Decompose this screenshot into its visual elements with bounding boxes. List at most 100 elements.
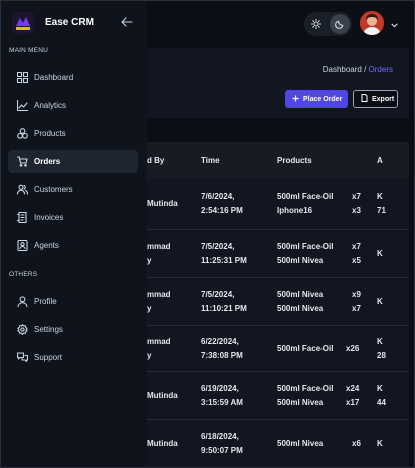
orders-table: d By Time Products A Mutinda 7/6/2024, 2:5… [137,142,409,468]
export-label: Export [372,95,395,103]
sidebar-item-orders[interactable]: Orders [8,150,138,173]
cell-date: 6/18/2024, [201,432,239,441]
cell-amount: K [377,337,383,346]
others-label: OTHERS [9,271,38,278]
analytics-icon [17,100,28,111]
cell-product: Iphone16 [277,206,313,215]
sidebar-item-label: Support [34,353,63,362]
cell-qty: x3 [352,206,361,215]
sidebar-item-settings[interactable]: Settings [8,318,138,341]
column-placed-by[interactable]: d By [147,156,164,165]
sidebar-item-label: Agents [34,241,59,250]
cell-product: 500ml Face-Oil [277,242,334,251]
dashboard-icon [17,72,28,83]
sidebar-item-label: Orders [34,157,61,166]
cell-placed-by: mmad [147,290,171,299]
cell-time: 7:38:08 PM [201,351,243,360]
cell-date: 7/6/2024, [201,192,235,201]
breadcrumb-current: Orders [368,65,393,74]
settings-icon [17,324,28,335]
column-products[interactable]: Products [277,156,312,165]
avatar[interactable] [360,11,384,35]
products-icon [17,128,28,139]
sidebar-item-profile[interactable]: Profile [8,290,138,313]
cell-placed-by: Mutinda [147,439,178,448]
invoices-icon [17,212,27,223]
cell-date: 7/5/2024, [201,290,235,299]
table-header: d By Time Products A [137,142,409,178]
cell-date: 6/19/2024, [201,384,239,393]
cell-placed-by: y [147,256,152,265]
sidebar-item-label: Dashboard [34,73,74,82]
cell-qty: x24 [346,384,360,393]
sidebar-item-label: Invoices [34,213,64,222]
table-row[interactable]: Mutinda 7/6/2024, 2:54:16 PM 500ml Face-Oil… [137,178,409,230]
brand-logo [12,12,34,34]
sidebar-item-dashboard[interactable]: Dashboard [8,66,138,89]
customers-icon [17,184,28,195]
cell-product: 500ml Nivea [277,439,324,448]
cell-qty: x5 [352,256,361,265]
cell-qty: x7 [352,304,361,313]
cell-time: 3:15:59 AM [201,398,243,407]
cell-product: 500ml Nivea [277,290,324,299]
cell-placed-by: mmad [147,337,171,346]
cell-time: 11:10:21 PM [201,304,247,313]
cell-product: 500ml Nivea [277,256,324,265]
cell-time: 11:25:31 PM [201,256,247,265]
table-row[interactable]: mmad y 7/5/2024, 11:10:21 PM 500ml Nivea 500m… [137,278,409,326]
cell-date: 6/22/2024, [201,337,239,346]
cell-product: 500ml Nivea [277,304,324,313]
sidebar: Ease CRM MAIN MENU Dashboard Analytics P… [0,0,147,468]
cell-date: 7/5/2024, [201,242,235,251]
sidebar-item-invoices[interactable]: Invoices [8,206,138,229]
chevron-down-icon[interactable] [390,17,399,35]
cell-qty: x9 [352,290,361,299]
place-order-label: Place Order [303,95,343,103]
cell-placed-by: Mutinda [147,199,178,208]
cell-amount: 28 [377,351,386,360]
sun-icon[interactable] [306,14,326,34]
sidebar-item-label: Settings [34,325,63,334]
export-button[interactable]: Export [353,90,398,108]
theme-toggle[interactable] [304,12,352,36]
sidebar-item-products[interactable]: Products [8,122,138,145]
table-row[interactable]: Mutinda 6/19/2024, 3:15:59 AM 500ml Face-Oi… [137,372,409,420]
sidebar-item-support[interactable]: Support [8,346,138,369]
cell-product: 500ml Face-Oil [277,344,334,353]
table-row[interactable]: mmad y 7/5/2024, 11:25:31 PM 500ml Face-Oil 5… [137,230,409,278]
column-amount[interactable]: A [377,156,383,165]
cell-amount: K [377,297,383,306]
moon-icon[interactable] [330,14,350,34]
cell-qty: x7 [352,192,361,201]
cell-qty: x6 [352,439,361,448]
cell-amount: K [377,439,383,448]
cell-placed-by: Mutinda [147,391,178,400]
sidebar-item-label: Customers [34,185,73,194]
sidebar-item-customers[interactable]: Customers [8,178,138,201]
column-time[interactable]: Time [201,156,220,165]
cell-product: 500ml Face-Oil [277,192,334,201]
breadcrumb-parent[interactable]: Dashboard / [323,65,367,74]
arrow-left-icon[interactable] [120,15,134,34]
table-row[interactable]: Mutinda 6/18/2024, 9:50:07 PM 500ml Nivea x6… [137,420,409,468]
cell-qty: x7 [352,242,361,251]
table-row[interactable]: mmad y 6/22/2024, 7:38:08 PM 500ml Face-Oil x… [137,326,409,372]
breadcrumb: Dashboard / Orders [323,65,393,74]
cell-qty: x26 [346,344,360,353]
sidebar-item-label: Analytics [34,101,67,110]
cell-placed-by: mmad [147,242,171,251]
cell-placed-by: y [147,304,152,313]
agents-icon [17,240,28,251]
place-order-button[interactable]: Place Order [285,90,348,108]
cell-amount: 71 [377,206,386,215]
support-icon [17,352,28,363]
main-menu-label: MAIN MENU [9,47,48,54]
sidebar-item-agents[interactable]: Agents [8,234,138,257]
sidebar-item-label: Profile [34,297,57,306]
cell-product: 500ml Nivea [277,398,324,407]
cell-qty: x17 [346,398,360,407]
sidebar-item-analytics[interactable]: Analytics [8,94,138,117]
cell-time: 2:54:16 PM [201,206,243,215]
cell-amount: 44 [377,398,386,407]
